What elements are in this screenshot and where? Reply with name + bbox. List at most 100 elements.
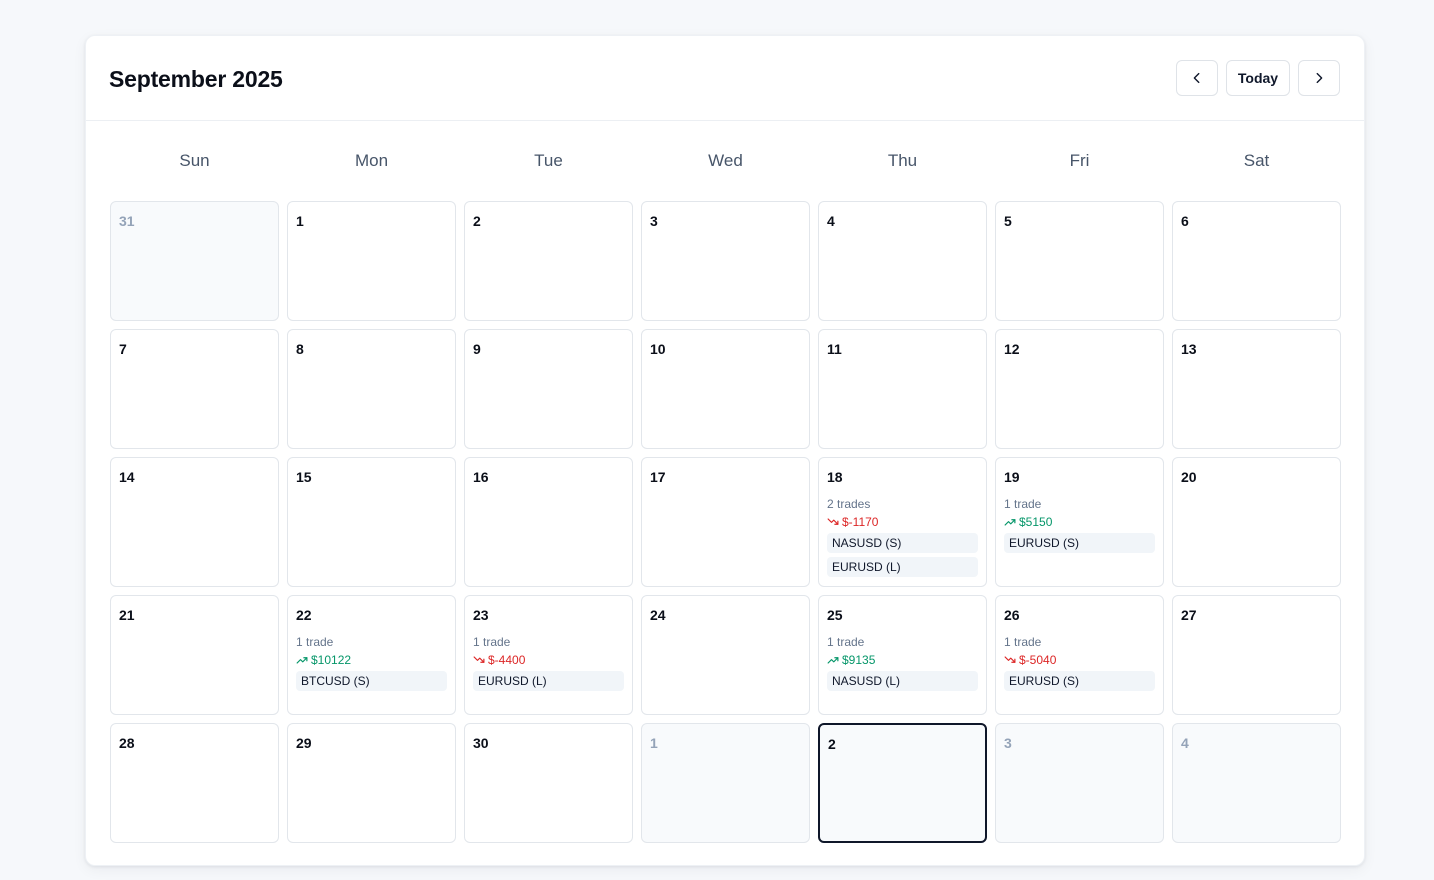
day-cell[interactable]: 12 <box>995 329 1164 449</box>
day-cell[interactable]: 11 <box>818 329 987 449</box>
trending-up-icon <box>827 657 839 664</box>
day-cell[interactable]: 3 <box>995 723 1164 843</box>
day-cell[interactable]: 3 <box>641 201 810 321</box>
pnl-amount: $10122 <box>311 653 352 667</box>
day-number: 4 <box>1181 735 1189 751</box>
chevron-left-icon <box>1193 72 1200 84</box>
day-number: 27 <box>1181 607 1197 623</box>
trade-count: 1 trade <box>473 635 511 649</box>
day-number: 19 <box>1004 469 1020 485</box>
day-number: 3 <box>1004 735 1012 751</box>
day-cell[interactable]: 19 1 trade $5150 EURUSD (S) <box>995 457 1164 587</box>
day-number: 25 <box>827 607 843 623</box>
day-cell[interactable]: 6 <box>1172 201 1341 321</box>
day-cell[interactable]: 26 1 trade $-5040 EURUSD (S) <box>995 595 1164 715</box>
day-cell[interactable]: 2 <box>464 201 633 321</box>
pnl-value: $-4400 <box>473 653 624 667</box>
day-cell[interactable]: 25 1 trade $9135 NASUSD (L) <box>818 595 987 715</box>
day-cell[interactable]: 17 <box>641 457 810 587</box>
trade-count: 1 trade <box>1004 497 1042 511</box>
day-cell[interactable]: 27 <box>1172 595 1341 715</box>
day-cell[interactable]: 7 <box>110 329 279 449</box>
trade-symbol[interactable]: BTCUSD (S) <box>296 671 447 691</box>
day-cell[interactable]: 9 <box>464 329 633 449</box>
calendar-nav: Today <box>1176 60 1340 96</box>
day-cell[interactable]: 4 <box>818 201 987 321</box>
day-number: 7 <box>119 341 127 357</box>
day-number: 18 <box>827 469 843 485</box>
calendar-header: September 2025 Today <box>86 36 1364 121</box>
trade-symbol[interactable]: NASUSD (S) <box>827 533 978 553</box>
day-number: 4 <box>827 213 835 229</box>
day-number: 9 <box>473 341 481 357</box>
day-number: 22 <box>296 607 312 623</box>
trending-down-icon <box>1004 656 1016 663</box>
day-cell[interactable]: 22 1 trade $10122 BTCUSD (S) <box>287 595 456 715</box>
day-cell[interactable]: 30 <box>464 723 633 843</box>
day-number: 2 <box>828 736 836 752</box>
day-cell[interactable]: 1 <box>287 201 456 321</box>
day-number: 8 <box>296 341 304 357</box>
trade-symbol[interactable]: EURUSD (S) <box>1004 671 1155 691</box>
day-number: 28 <box>119 735 135 751</box>
day-number: 5 <box>1004 213 1012 229</box>
trending-down-icon <box>827 518 839 525</box>
day-cell[interactable]: 4 <box>1172 723 1341 843</box>
day-cell[interactable]: 13 <box>1172 329 1341 449</box>
day-number: 29 <box>296 735 312 751</box>
day-cell[interactable]: 15 <box>287 457 456 587</box>
trade-symbol[interactable]: EURUSD (L) <box>827 557 978 577</box>
day-number: 10 <box>650 341 666 357</box>
trending-down-icon <box>473 656 485 663</box>
prev-month-button[interactable] <box>1176 60 1218 96</box>
day-cell[interactable]: 14 <box>110 457 279 587</box>
weekday-thu: Thu <box>887 151 918 170</box>
day-cell[interactable]: 31 <box>110 201 279 321</box>
day-number: 15 <box>296 469 312 485</box>
day-number: 30 <box>473 735 489 751</box>
day-cell[interactable]: 28 <box>110 723 279 843</box>
trade-symbol[interactable]: EURUSD (S) <box>1004 533 1155 553</box>
pnl-value: $5150 <box>1004 515 1155 529</box>
day-cell[interactable]: 24 <box>641 595 810 715</box>
trade-symbol[interactable]: NASUSD (L) <box>827 671 978 691</box>
today-button[interactable]: Today <box>1226 60 1290 96</box>
day-number: 17 <box>650 469 666 485</box>
day-cell[interactable]: 10 <box>641 329 810 449</box>
day-number: 6 <box>1181 213 1189 229</box>
calendar-grid: 31 1 2 3 4 5 6 7 8 9 10 11 12 13 14 15 16 17 18 2 trades $-1… <box>110 201 1341 843</box>
day-cell-today[interactable]: 2 <box>818 723 987 843</box>
month-title: September 2025 <box>109 66 283 92</box>
day-number: 20 <box>1181 469 1197 485</box>
pnl-amount: $-5040 <box>1019 653 1057 667</box>
chevron-right-icon <box>1316 72 1323 84</box>
day-number: 31 <box>119 213 135 229</box>
pnl-amount: $9135 <box>842 653 876 667</box>
day-cell[interactable]: 8 <box>287 329 456 449</box>
weekday-tue: Tue <box>534 151 563 170</box>
day-cell[interactable]: 16 <box>464 457 633 587</box>
day-cell[interactable]: 20 <box>1172 457 1341 587</box>
pnl-value: $10122 <box>296 653 447 667</box>
pnl-value: $-1170 <box>827 515 978 529</box>
day-number: 1 <box>296 213 304 229</box>
trade-symbol[interactable]: EURUSD (L) <box>473 671 624 691</box>
day-cell[interactable]: 1 <box>641 723 810 843</box>
day-number: 21 <box>119 607 135 623</box>
day-number: 2 <box>473 213 481 229</box>
weekday-mon: Mon <box>354 151 389 170</box>
day-number: 26 <box>1004 607 1020 623</box>
day-cell[interactable]: 29 <box>287 723 456 843</box>
trade-count: 1 trade <box>1004 635 1042 649</box>
day-cell[interactable]: 21 <box>110 595 279 715</box>
day-number: 16 <box>473 469 489 485</box>
day-number: 3 <box>650 213 658 229</box>
day-number: 12 <box>1004 341 1020 357</box>
day-cell[interactable]: 5 <box>995 201 1164 321</box>
pnl-value: $-5040 <box>1004 653 1155 667</box>
weekday-fri: Fri <box>1069 151 1090 170</box>
next-month-button[interactable] <box>1298 60 1340 96</box>
day-cell[interactable]: 23 1 trade $-4400 EURUSD (L) <box>464 595 633 715</box>
page: September 2025 Today Sun Mon Tue Wed Thu Fri S… <box>0 0 1434 880</box>
day-cell[interactable]: 18 2 trades $-1170 NASUSD (S) EURUSD (L) <box>818 457 987 587</box>
